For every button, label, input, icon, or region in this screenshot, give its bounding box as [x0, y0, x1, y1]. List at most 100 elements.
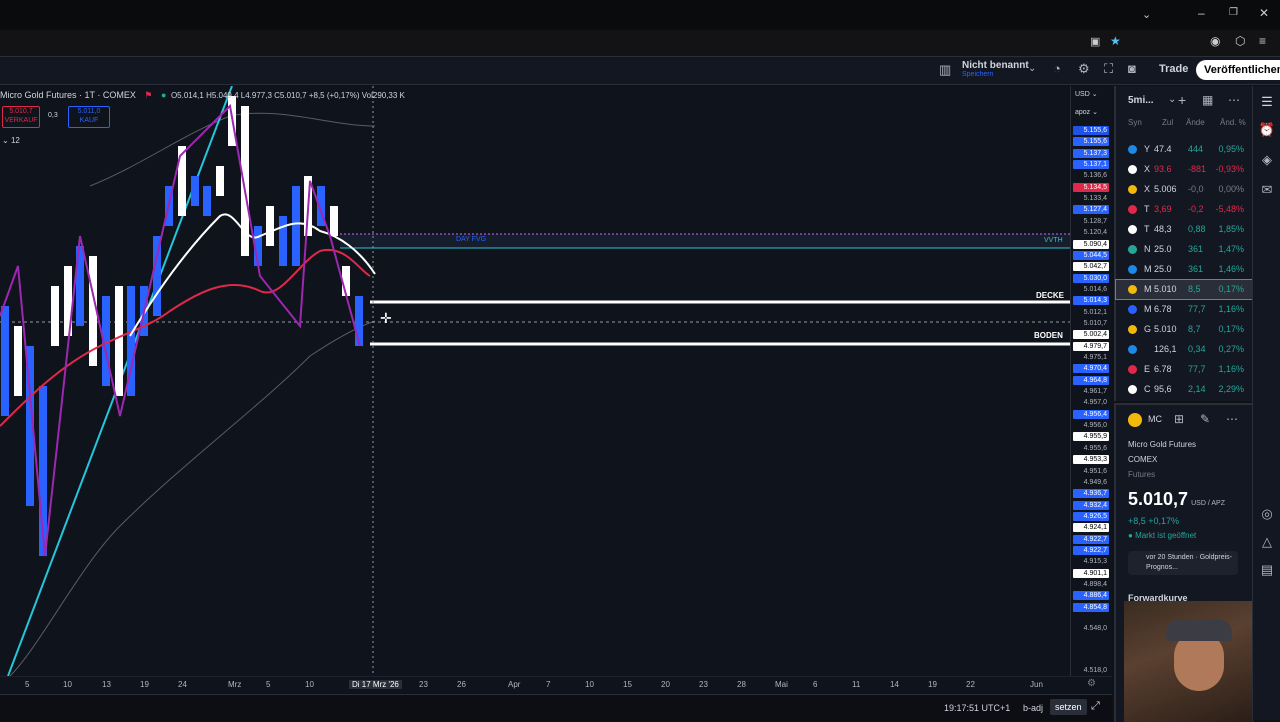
price-label: 5.014,6 — [1083, 285, 1107, 293]
price-label: 4.886,4 — [1073, 591, 1109, 601]
symbol-title[interactable]: Micro Gold Futures · 1T · COMEX — [0, 90, 136, 100]
trade-button[interactable]: Trade — [1159, 63, 1188, 75]
triangle-icon[interactable]: △ — [1257, 534, 1277, 550]
fullscreen-icon[interactable]: ⛶ — [1104, 61, 1113, 77]
layout-icon[interactable]: ▥ — [939, 62, 951, 78]
screenshot-icon[interactable]: ▣ — [1090, 35, 1100, 48]
watchlist-row[interactable]: G 5.010 8,7 0,17% — [1116, 320, 1254, 339]
layout-name-button[interactable]: Nicht benannt Speichern — [962, 60, 1029, 78]
price-label: 5.120,4 — [1083, 229, 1107, 237]
col-change[interactable]: Ände — [1186, 118, 1205, 127]
news-item[interactable]: vor 20 Stunden · Goldpreis-Prognos... — [1128, 551, 1238, 575]
grid-icon[interactable]: ⊞ — [1174, 412, 1184, 426]
row-symbol: Y — [1144, 144, 1151, 154]
chat-icon[interactable]: ✉ — [1257, 182, 1277, 198]
symbol-logo-icon — [1128, 285, 1137, 294]
watchlist-row[interactable]: 126,1 0,34 0,27% — [1116, 340, 1254, 359]
col-change-pct[interactable]: Änd. % — [1220, 118, 1246, 127]
close-icon[interactable]: ✕ — [1259, 6, 1269, 20]
price-chart[interactable] — [0, 86, 1070, 676]
chevron-down-icon[interactable]: ⌄ — [1028, 63, 1036, 74]
sell-button[interactable]: 5.010,7 VERKAUF — [2, 106, 40, 128]
settings-icon[interactable]: ⚙ — [1078, 61, 1090, 77]
maximize-icon[interactable]: ❐ — [1229, 7, 1238, 18]
watchlist-row[interactable]: T 48,3 0,88 1,85% — [1116, 220, 1254, 239]
maximize-pane-icon[interactable]: ⤢ — [1091, 700, 1100, 713]
currency-selector[interactable]: USD ⌄ — [1075, 90, 1098, 98]
symbol-name[interactable]: Micro Gold Futures — [1128, 440, 1196, 449]
watchlist-row[interactable]: X 93.6 -881 -0,93% — [1116, 160, 1254, 179]
time-label: 20 — [661, 680, 670, 689]
chart-pane[interactable]: Micro Gold Futures · 1T · COMEX ⚑ ● O5.0… — [0, 86, 1070, 692]
edit-icon[interactable]: ✎ — [1200, 412, 1210, 426]
symbol-logo-icon — [1128, 325, 1137, 334]
calendar-icon[interactable]: ▤ — [1257, 562, 1277, 578]
row-last: 93.6 — [1154, 164, 1172, 174]
watchlist-row[interactable]: X 5.006 -0,0 0,00% — [1116, 180, 1254, 199]
watchlist-icon[interactable]: ☰ — [1257, 94, 1277, 110]
market-open-dot-icon: ● — [160, 90, 167, 100]
time-label: Mai — [775, 680, 788, 689]
row-last: 5.010 — [1154, 324, 1177, 334]
watchlist-row[interactable]: M 5.010 8,5 0,17% — [1115, 279, 1255, 300]
more-icon[interactable]: ⋯ — [1228, 93, 1240, 107]
chart-legend: Micro Gold Futures · 1T · COMEX ⚑ ● O5.0… — [0, 90, 405, 101]
unit-selector[interactable]: apoz ⌄ — [1075, 108, 1098, 116]
row-last: 6.78 — [1154, 364, 1172, 374]
watchlist-row[interactable]: C 95,6 2,14 2,29% — [1116, 380, 1254, 399]
col-last[interactable]: Zul — [1162, 118, 1173, 127]
watchlist-row[interactable]: M 25.0 361 1,46% — [1116, 260, 1254, 279]
symbol-type: Futures — [1128, 470, 1156, 479]
menu-icon[interactable]: ≡ — [1259, 34, 1266, 48]
price-label: 4.956,4 — [1073, 409, 1109, 419]
extensions-icon[interactable]: ⬡ — [1235, 34, 1245, 48]
time-label: Jun — [1030, 680, 1043, 689]
row-change-pct: 1,16% — [1218, 364, 1244, 374]
star-icon[interactable]: ★ — [1110, 34, 1121, 48]
buy-label: KAUF — [79, 117, 99, 124]
add-symbol-icon[interactable]: + — [1178, 92, 1186, 108]
row-change-pct: 0,17% — [1218, 324, 1244, 334]
indicators-toggle[interactable]: ⌄ 12 — [2, 136, 20, 145]
alert-icon[interactable]: ◔ — [1053, 61, 1061, 76]
flag-icon[interactable]: ⚑ — [144, 90, 152, 100]
buy-button[interactable]: 5.011,0 KAUF — [68, 106, 110, 128]
col-symbol[interactable]: Syn — [1128, 118, 1142, 127]
alerts-icon[interactable]: ⏰ — [1257, 122, 1277, 138]
candle — [191, 176, 199, 206]
watchlist-row[interactable]: E 6.78 77,7 1,16% — [1116, 360, 1254, 379]
chevron-down-icon[interactable]: ⌄ — [1168, 94, 1176, 105]
target-icon[interactable]: ◎ — [1257, 506, 1277, 522]
row-symbol: T — [1144, 204, 1150, 214]
row-change-pct: 0,27% — [1218, 344, 1244, 354]
more-icon[interactable]: ⋯ — [1226, 412, 1238, 426]
table-view-icon[interactable]: ▦ — [1202, 93, 1213, 107]
watchlist-timeframe[interactable]: 5mi... — [1128, 95, 1154, 106]
market-status-text: Markt ist geöffnet — [1135, 531, 1197, 540]
row-symbol: M — [1144, 284, 1152, 294]
spread-value: 0,3 — [48, 112, 58, 119]
watchlist-row[interactable]: N 25.0 361 1,47% — [1116, 240, 1254, 259]
candles — [1, 96, 363, 556]
time-axis[interactable]: 5 10 13 19 24 Mrz 5 10 Di 17 Mrz '26 23 26 Apr 7 10 15… — [0, 676, 1112, 693]
symbol-logo-icon — [1128, 145, 1137, 154]
watchlist-row[interactable]: M 6.78 77,7 1,16% — [1116, 300, 1254, 319]
clock-time[interactable]: 19:17:51 UTC+1 — [944, 703, 1010, 713]
axis-settings-icon[interactable]: ⚙ — [1087, 678, 1096, 689]
candle — [292, 186, 300, 266]
setzen-button[interactable]: setzen — [1050, 699, 1087, 715]
chevron-down-icon[interactable]: ⌄ — [1142, 8, 1151, 21]
row-change-pct: 1,46% — [1218, 264, 1244, 274]
webcam-overlay — [1124, 601, 1254, 722]
minimize-icon[interactable]: – — [1198, 6, 1205, 20]
candle — [203, 186, 211, 216]
camera-icon[interactable]: ◙ — [1128, 61, 1136, 76]
publish-button[interactable]: Veröffentlichen — [1196, 60, 1280, 80]
watchlist-row[interactable]: Y 47.4 444 0,95% — [1116, 140, 1254, 159]
layers-icon[interactable]: ◈ — [1257, 152, 1277, 168]
watchlist-row[interactable]: T 3,69 -0,2 -5,48% — [1116, 200, 1254, 219]
badj-toggle[interactable]: b-adj — [1023, 703, 1043, 713]
account-icon[interactable]: ◉ — [1210, 34, 1220, 48]
price-axis[interactable]: USD ⌄ apoz ⌄ 5.155,6 5.155,6 5.137,3 5.137,… — [1070, 86, 1113, 716]
cap-image — [1166, 619, 1232, 641]
